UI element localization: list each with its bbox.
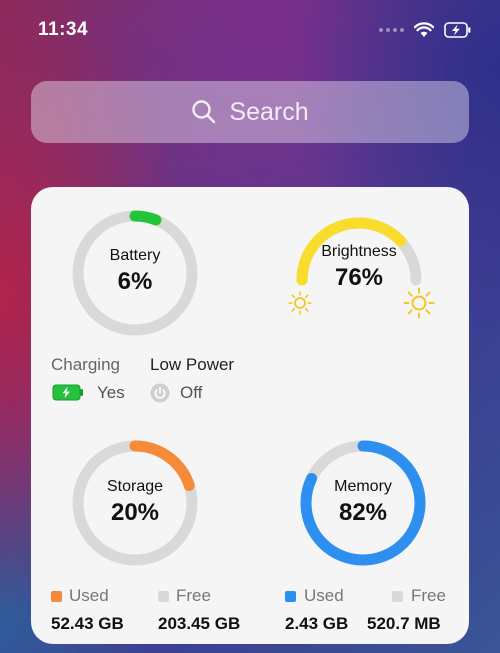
sun-high-icon xyxy=(403,287,435,319)
status-bar: 11:34 xyxy=(0,0,500,62)
battery-value: 6% xyxy=(117,268,153,295)
charging-value: Yes xyxy=(97,383,125,402)
storage-used-value: 52.43 GB xyxy=(51,614,124,633)
battery-gauge: Battery 6% xyxy=(69,207,201,339)
storage-value: 20% xyxy=(110,499,160,526)
status-icons xyxy=(379,20,472,40)
memory-used-label: Used xyxy=(304,586,344,605)
cellular-signal-icon xyxy=(379,28,404,32)
device-status-widget[interactable]: Battery 6% Brightness 76% Charging Yes L… xyxy=(31,187,469,644)
battery-label: Battery xyxy=(109,247,161,264)
memory-label: Memory xyxy=(334,478,392,495)
storage-used-label: Used xyxy=(69,586,109,605)
brightness-label: Brightness xyxy=(321,243,397,260)
low-power-value: Off xyxy=(180,383,203,402)
storage-free-label: Free xyxy=(176,586,211,605)
battery-charging-icon xyxy=(444,22,471,38)
search-icon xyxy=(192,100,216,124)
storage-gauge: Storage 20% xyxy=(69,437,201,569)
memory-gauge: Memory 82% xyxy=(297,437,429,569)
memory-value: 82% xyxy=(338,499,388,526)
storage-label: Storage xyxy=(106,478,164,495)
search-placeholder: Search xyxy=(229,97,309,126)
low-power-label: Low Power xyxy=(150,355,235,374)
memory-free-swatch xyxy=(392,591,403,602)
storage-used-swatch xyxy=(51,591,62,602)
memory-free-value: 520.7 MB xyxy=(367,614,441,633)
memory-free-label: Free xyxy=(411,586,446,605)
charging-label: Charging xyxy=(51,355,120,374)
power-icon xyxy=(150,383,170,403)
battery-charging-icon xyxy=(52,384,83,401)
status-time: 11:34 xyxy=(38,19,89,40)
storage-free-swatch xyxy=(158,591,169,602)
memory-used-value: 2.43 GB xyxy=(285,614,349,633)
memory-used-swatch xyxy=(285,591,296,602)
storage-free-value: 203.45 GB xyxy=(158,614,241,633)
sun-low-icon xyxy=(288,291,312,315)
wifi-icon xyxy=(414,22,434,37)
search-bar[interactable]: Search xyxy=(31,81,469,143)
